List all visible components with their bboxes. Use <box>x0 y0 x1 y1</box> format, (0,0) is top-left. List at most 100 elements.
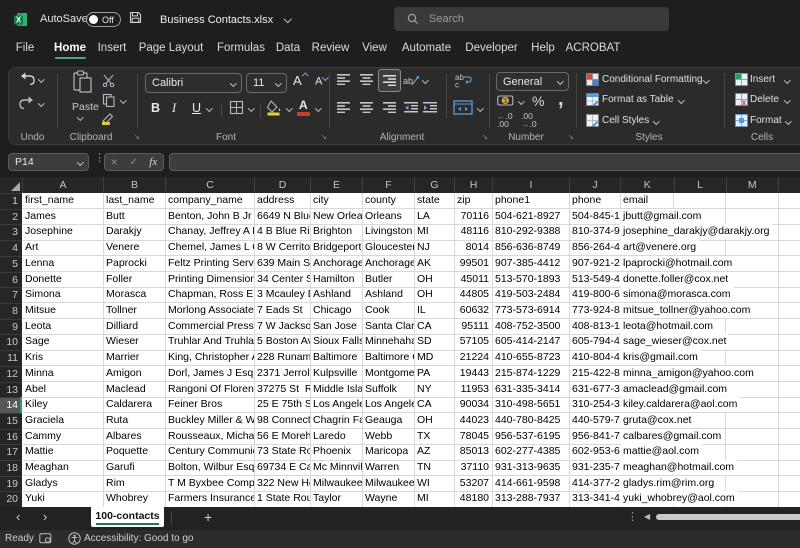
row-header-18[interactable]: 18 <box>0 460 22 476</box>
cell[interactable]: Bridgeport <box>310 240 362 256</box>
cell-header-county[interactable]: county <box>362 193 414 209</box>
accounting-chevron-icon[interactable] <box>518 98 524 104</box>
row-header-9[interactable]: 9 <box>0 319 22 335</box>
cell[interactable]: meaghan@hotmail.com <box>620 460 674 476</box>
cell[interactable]: donette.foller@cox.net <box>620 272 674 288</box>
cell[interactable]: Abel <box>22 382 103 398</box>
cell-header-email[interactable]: email <box>620 193 674 209</box>
cell[interactable]: Butler <box>362 272 414 288</box>
number-launcher-icon[interactable]: ↘ <box>568 134 576 142</box>
cell[interactable]: Chagrin Falls <box>310 413 362 429</box>
cell[interactable]: MI <box>414 224 454 240</box>
orientation-icon[interactable]: ab <box>403 73 420 87</box>
cell[interactable]: simona@morasca.com <box>620 287 674 303</box>
cell-header-state[interactable]: state <box>414 193 454 209</box>
cell-header-phone[interactable]: phone <box>569 193 620 209</box>
cell[interactable]: Graciela <box>22 413 103 429</box>
underline-button[interactable]: U <box>192 101 201 115</box>
cell[interactable]: 773-924-8565 <box>569 303 620 319</box>
cell[interactable]: 907-385-4412 <box>492 256 569 272</box>
cell[interactable]: 48180 <box>454 491 492 507</box>
cell[interactable]: gladys.rim@rim.org <box>620 476 674 492</box>
cell[interactable]: Wieser <box>103 334 165 350</box>
cell[interactable]: 419-800-6759 <box>569 287 620 303</box>
cell[interactable]: Milwaukee <box>310 476 362 492</box>
cell[interactable]: amaclead@gmail.com <box>620 382 674 398</box>
cell[interactable]: Kulpsville <box>310 366 362 382</box>
font-launcher-icon[interactable]: ↘ <box>321 134 329 142</box>
accessibility-icon[interactable] <box>68 532 81 545</box>
format-as-table-chevron-icon[interactable] <box>678 97 684 103</box>
cell[interactable]: Mitsue <box>22 303 103 319</box>
cell[interactable]: OH <box>414 413 454 429</box>
cell[interactable]: yuki_whobrey@aol.com <box>620 491 674 507</box>
document-title[interactable]: Business Contacts.xlsx <box>160 14 273 26</box>
format-cells-chevron-icon[interactable] <box>785 118 791 124</box>
document-title-chevron-icon[interactable] <box>284 15 292 23</box>
cell[interactable]: 34 Center St <box>254 272 310 288</box>
cell[interactable]: Buckley Miller & Wright <box>165 413 254 429</box>
cell[interactable]: PA <box>414 366 454 382</box>
cell[interactable]: 310-254-3084 <box>569 397 620 413</box>
cell[interactable]: 605-794-4895 <box>569 334 620 350</box>
autosave-toggle[interactable]: Off <box>86 12 121 27</box>
paste-icon[interactable] <box>72 70 94 98</box>
cell[interactable]: josephine_darakjy@darakjy.org <box>620 224 674 240</box>
row-header-11[interactable]: 11 <box>0 350 22 366</box>
accounting-format-icon[interactable]: $ <box>497 95 514 108</box>
cell[interactable]: jbutt@gmail.com <box>620 209 674 225</box>
cell[interactable]: Dilliard <box>103 319 165 335</box>
cell[interactable]: Kiley <box>22 397 103 413</box>
cell[interactable]: Art <box>22 240 103 256</box>
cell[interactable]: 44023 <box>454 413 492 429</box>
cell[interactable]: leota@hotmail.com <box>620 319 674 335</box>
alignment-launcher-icon[interactable]: ↘ <box>482 134 490 142</box>
cell-header-phone1[interactable]: phone1 <box>492 193 569 209</box>
cell[interactable]: 856-264-4130 <box>569 240 620 256</box>
delete-cells-icon[interactable]: x <box>735 93 748 106</box>
cell[interactable]: 44805 <box>454 287 492 303</box>
cut-icon[interactable] <box>102 74 115 87</box>
cell[interactable]: Leota <box>22 319 103 335</box>
cell[interactable]: Geauga <box>362 413 414 429</box>
cell-header-company_name[interactable]: company_name <box>165 193 254 209</box>
cell[interactable]: Rim <box>103 476 165 492</box>
ribbon-tab-view[interactable]: View <box>362 42 387 54</box>
cell[interactable]: Orleans <box>362 209 414 225</box>
cell[interactable]: 1 State Route 27 <box>254 491 310 507</box>
column-header-J[interactable]: J <box>569 177 620 193</box>
cell[interactable]: 4 B Blue Ridge Blvd <box>254 224 310 240</box>
cell[interactable]: 25 E 75th St #69 <box>254 397 310 413</box>
clipboard-launcher-icon[interactable]: ↘ <box>134 134 142 142</box>
cell[interactable]: 45011 <box>454 272 492 288</box>
align-left-icon[interactable] <box>337 102 350 113</box>
cell[interactable]: 57105 <box>454 334 492 350</box>
insert-function-icon[interactable]: fx <box>149 156 157 168</box>
cell[interactable]: 215-422-8694 <box>569 366 620 382</box>
cell[interactable]: 513-570-1893 <box>492 272 569 288</box>
cell[interactable]: 7 Eads St <box>254 303 310 319</box>
enter-icon[interactable]: ✓ <box>129 157 137 168</box>
row-header-13[interactable]: 13 <box>0 382 22 398</box>
cell[interactable]: Lenna <box>22 256 103 272</box>
cell[interactable]: Foller <box>103 272 165 288</box>
cell[interactable]: 56 E Morehead St <box>254 429 310 445</box>
column-header-L[interactable]: L <box>674 177 726 193</box>
ribbon-tab-insert[interactable]: Insert <box>98 42 127 54</box>
cell[interactable]: Mc Minnville <box>310 460 362 476</box>
cell[interactable]: 6649 N Blue Gum St <box>254 209 310 225</box>
cell[interactable]: 605-414-2147 <box>492 334 569 350</box>
cell[interactable]: NY <box>414 382 454 398</box>
search-input[interactable]: Search <box>394 7 669 31</box>
cell[interactable]: Century Communications <box>165 444 254 460</box>
cell[interactable]: OH <box>414 287 454 303</box>
column-header-partial[interactable] <box>778 177 800 193</box>
cell[interactable]: Yuki <box>22 491 103 507</box>
column-header-G[interactable]: G <box>414 177 454 193</box>
cell[interactable]: 2371 Jerrold Ave <box>254 366 310 382</box>
format-as-table-button[interactable]: Format as Table <box>602 94 674 105</box>
cell[interactable]: San Jose <box>310 319 362 335</box>
cell[interactable]: 99501 <box>454 256 492 272</box>
undo-chevron-icon[interactable] <box>38 76 44 82</box>
cell[interactable]: MD <box>414 350 454 366</box>
